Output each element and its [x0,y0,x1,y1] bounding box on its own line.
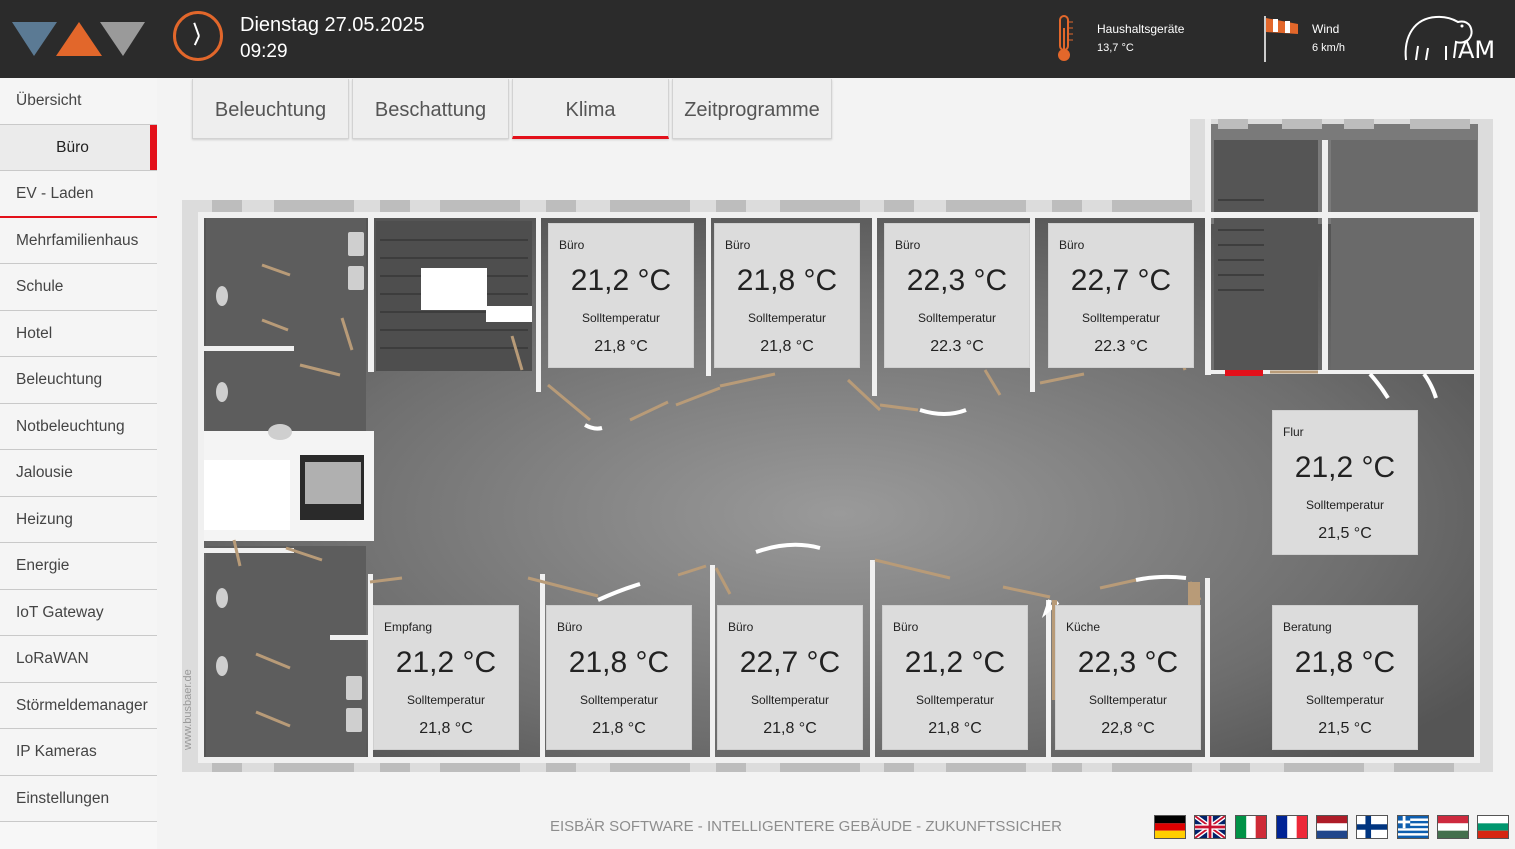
room-temperature: 21,2 °C [395,646,497,679]
setpoint-value[interactable]: 21,8 °C [374,720,518,738]
room-name: Küche [1066,620,1101,634]
setpoint-value[interactable]: 21,8 °C [549,338,693,356]
room-card-beratung[interactable]: Beratung 21,8 °C Solltemperatur 21,5 °C [1272,605,1418,750]
setpoint-value[interactable]: 22.3 °C [1049,338,1193,356]
room-card-buero-2[interactable]: Büro 21,8 °C Solltemperatur 21,8 °C [714,223,860,368]
setpoint-label: Solltemperatur [1305,498,1385,512]
setpoint-label: Solltemperatur [1088,693,1168,707]
room-card-empfang[interactable]: Empfang 21,2 °C Solltemperatur 21,8 °C [373,605,519,750]
setpoint-value[interactable]: 21,8 °C [883,720,1027,738]
room-card-kueche[interactable]: Küche 22,3 °C Solltemperatur 22,8 °C [1055,605,1201,750]
setpoint-label: Solltemperatur [747,311,827,325]
busbaer-watermark: www.busbaer.de [182,669,194,750]
room-name: Büro [893,620,919,634]
setpoint-value[interactable]: 22,8 °C [1056,720,1200,738]
room-temperature: 21,2 °C [904,646,1006,679]
setpoint-label: Solltemperatur [917,311,997,325]
dutch-flag-icon[interactable] [1316,815,1348,839]
room-temperature: 21,8 °C [1294,646,1396,679]
setpoint-label: Solltemperatur [750,693,830,707]
room-card-flur[interactable]: Flur 21,2 °C Solltemperatur 21,5 °C [1272,410,1418,555]
setpoint-value[interactable]: 22.3 °C [885,338,1029,356]
room-temperature: 22,7 °C [1070,264,1172,297]
setpoint-value[interactable]: 21,8 °C [715,338,859,356]
room-card-buero-6[interactable]: Büro 22,7 °C Solltemperatur 21,8 °C [717,605,863,750]
french-flag-icon[interactable] [1276,815,1308,839]
room-temperature: 21,2 °C [570,264,672,297]
setpoint-label: Solltemperatur [579,693,659,707]
setpoint-label: Solltemperatur [1081,311,1161,325]
room-name: Empfang [384,620,433,634]
setpoint-label: Solltemperatur [915,693,995,707]
german-flag-icon[interactable] [1154,815,1186,839]
room-card-buero-7[interactable]: Büro 21,2 °C Solltemperatur 21,8 °C [882,605,1028,750]
room-name: Büro [725,238,751,252]
room-name: Büro [895,238,921,252]
footer-tagline: EISBÄR SOFTWARE - INTELLIGENTERE GEBÄUDE… [550,818,1063,835]
hungarian-flag-icon[interactable] [1437,815,1469,839]
room-name: Büro [557,620,583,634]
setpoint-label: Solltemperatur [581,311,661,325]
setpoint-value[interactable]: 21,8 °C [718,720,862,738]
setpoint-label: Solltemperatur [1305,693,1385,707]
italian-flag-icon[interactable] [1235,815,1267,839]
setpoint-value[interactable]: 21,5 °C [1273,720,1417,738]
room-temperature: 21,8 °C [568,646,670,679]
room-name: Beratung [1283,620,1332,634]
room-card-buero-3[interactable]: Büro 22,3 °C Solltemperatur 22.3 °C [884,223,1030,368]
room-temperature: 21,2 °C [1294,451,1396,484]
greek-flag-icon[interactable] [1397,815,1429,839]
bulgarian-flag-icon[interactable] [1477,815,1509,839]
room-temperature: 21,8 °C [736,264,838,297]
room-name: Büro [1059,238,1085,252]
room-name: Flur [1283,425,1304,439]
room-card-buero-4[interactable]: Büro 22,7 °C Solltemperatur 22.3 °C [1048,223,1194,368]
english-flag-icon[interactable] [1194,815,1226,839]
room-card-buero-5[interactable]: Büro 21,8 °C Solltemperatur 21,8 °C [546,605,692,750]
setpoint-label: Solltemperatur [406,693,486,707]
room-card-buero-1[interactable]: Büro 21,2 °C Solltemperatur 21,8 °C [548,223,694,368]
room-temperature: 22,3 °C [906,264,1008,297]
setpoint-value[interactable]: 21,5 °C [1273,525,1417,543]
finnish-flag-icon[interactable] [1356,815,1388,839]
room-name: Büro [728,620,754,634]
room-temperature: 22,7 °C [739,646,841,679]
room-temperature: 22,3 °C [1077,646,1179,679]
room-name: Büro [559,238,585,252]
setpoint-value[interactable]: 21,8 °C [547,720,691,738]
